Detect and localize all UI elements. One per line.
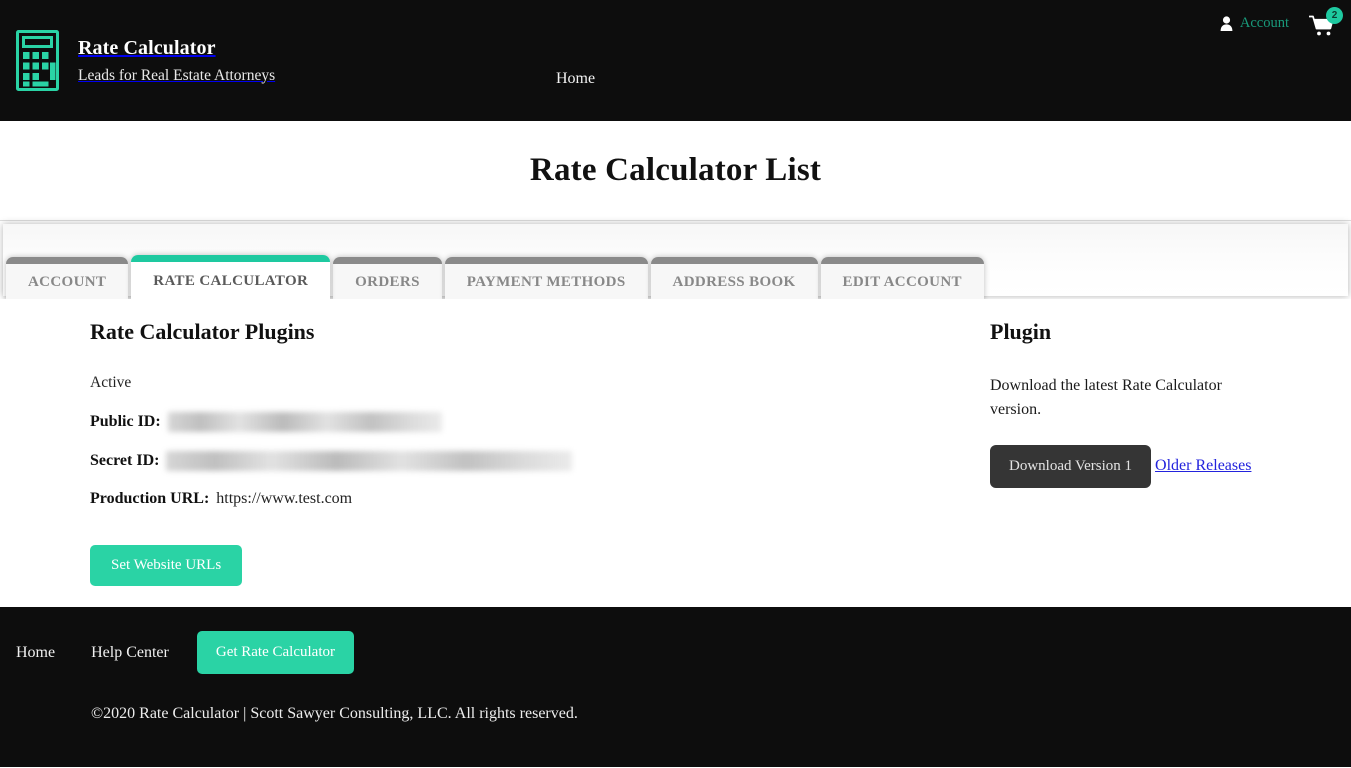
- account-link[interactable]: Account: [1220, 15, 1289, 32]
- plugins-column: Rate Calculator Plugins Active Public ID…: [90, 319, 920, 586]
- cart-button[interactable]: 2: [1309, 7, 1343, 36]
- secret-id-row: Secret ID:: [90, 451, 920, 471]
- plugin-sidebar: Plugin Download the latest Rate Calculat…: [990, 319, 1290, 488]
- header-utilities: Account 2: [1220, 7, 1343, 36]
- tab-account[interactable]: ACCOUNT: [6, 257, 129, 301]
- page-title: Rate Calculator List: [529, 152, 822, 188]
- tab-payment-methods[interactable]: PAYMENT METHODS: [444, 257, 648, 301]
- account-tabs: ACCOUNT RATE CALCULATOR ORDERS PAYMENT M…: [6, 255, 987, 301]
- person-icon: [1220, 15, 1233, 31]
- brand-home-link[interactable]: Rate Calculator Leads for Real Estate At…: [16, 30, 275, 91]
- site-footer: Home Help Center Get Rate Calculator ©20…: [0, 607, 1351, 767]
- footer-link-help-center[interactable]: Help Center: [91, 644, 169, 662]
- public-id-redacted-value: [167, 412, 442, 432]
- secret-id-redacted-value: [166, 451, 573, 471]
- account-label: Account: [1239, 14, 1289, 31]
- main-nav: Home: [556, 70, 595, 88]
- public-id-label: Public ID:: [90, 413, 161, 430]
- production-url-row: Production URL: https://www.test.com: [90, 490, 920, 508]
- tab-edit-account[interactable]: EDIT ACCOUNT: [820, 257, 985, 301]
- secret-id-label: Secret ID:: [90, 452, 160, 469]
- brand-text: Rate Calculator Leads for Real Estate At…: [78, 37, 275, 85]
- site-header: Rate Calculator Leads for Real Estate At…: [0, 0, 1351, 121]
- tabs-region: ACCOUNT RATE CALCULATOR ORDERS PAYMENT M…: [0, 221, 1351, 301]
- production-url-label: Production URL:: [90, 490, 210, 507]
- tab-address-book[interactable]: ADDRESS BOOK: [650, 257, 818, 301]
- footer-link-home[interactable]: Home: [16, 644, 55, 662]
- page-title-band: Rate Calculator List: [0, 121, 1351, 221]
- plugin-sidebar-title: Plugin: [990, 319, 1052, 344]
- calculator-icon: [16, 30, 59, 91]
- set-website-urls-button[interactable]: Set Website URLs: [90, 545, 243, 586]
- cart-badge-count: 2: [1326, 7, 1343, 24]
- tab-orders[interactable]: ORDERS: [333, 257, 442, 301]
- older-releases-link[interactable]: Older Releases: [1155, 457, 1251, 475]
- public-id-row: Public ID:: [90, 412, 920, 432]
- download-version-button[interactable]: Download Version 1: [990, 445, 1152, 488]
- production-url-value: https://www.test.com: [216, 490, 353, 507]
- footer-copyright: ©2020 Rate Calculator | Scott Sawyer Con…: [91, 705, 578, 722]
- plugin-sidebar-description: Download the latest Rate Calculator vers…: [990, 377, 1222, 418]
- nav-item-home[interactable]: Home: [556, 70, 595, 87]
- plugins-section-title: Rate Calculator Plugins: [90, 319, 315, 344]
- get-rate-calculator-button[interactable]: Get Rate Calculator: [196, 631, 354, 674]
- main-content: Rate Calculator Plugins Active Public ID…: [0, 299, 1351, 607]
- plugin-status: Active: [90, 374, 132, 391]
- brand-tagline: Leads for Real Estate Attorneys: [78, 66, 276, 84]
- footer-nav: Home Help Center Get Rate Calculator: [16, 631, 354, 674]
- brand-title: Rate Calculator: [78, 36, 216, 59]
- tab-rate-calculator[interactable]: RATE CALCULATOR: [131, 255, 331, 301]
